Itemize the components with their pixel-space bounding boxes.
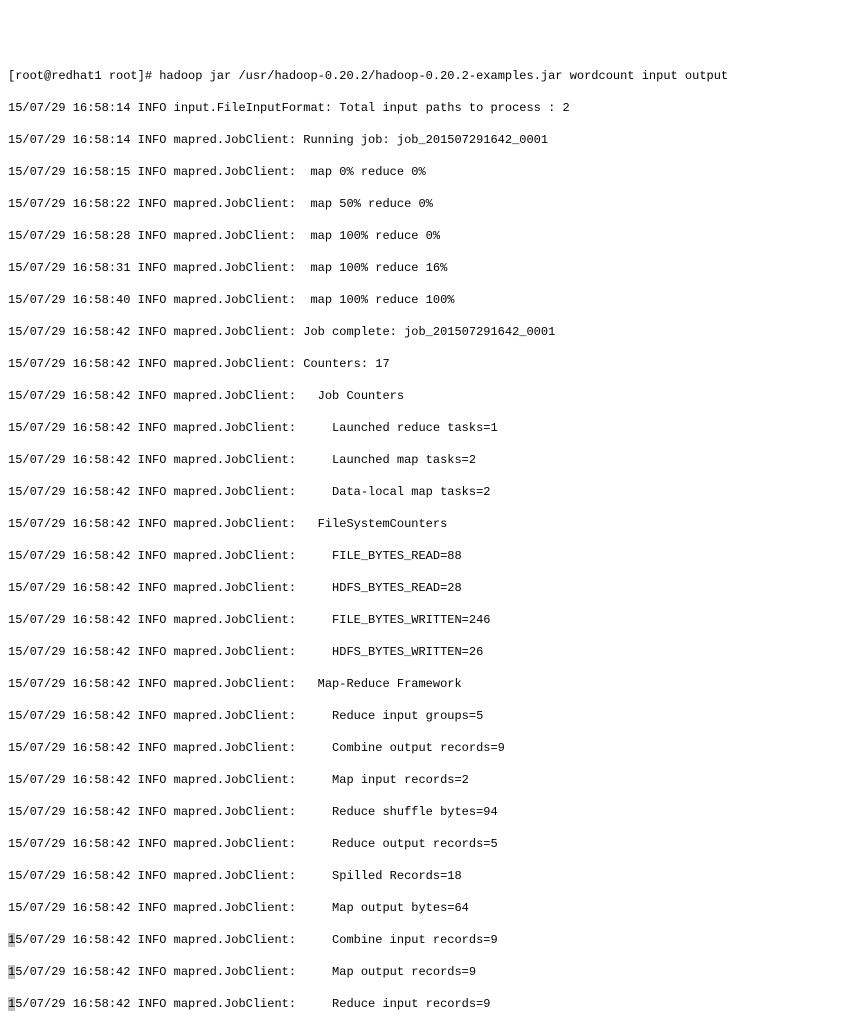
terminal-line: 15/07/29 16:58:42 INFO mapred.JobClient:… [8, 356, 845, 372]
terminal-line: 15/07/29 16:58:42 INFO mapred.JobClient:… [8, 964, 845, 980]
terminal-line: 15/07/29 16:58:42 INFO mapred.JobClient:… [8, 932, 845, 948]
terminal-line: 15/07/29 16:58:42 INFO mapred.JobClient:… [8, 996, 845, 1012]
terminal-line: 15/07/29 16:58:42 INFO mapred.JobClient:… [8, 804, 845, 820]
terminal-line: 15/07/29 16:58:42 INFO mapred.JobClient:… [8, 772, 845, 788]
terminal-line: 15/07/29 16:58:15 INFO mapred.JobClient:… [8, 164, 845, 180]
terminal-line: 15/07/29 16:58:28 INFO mapred.JobClient:… [8, 228, 845, 244]
terminal-line: 15/07/29 16:58:42 INFO mapred.JobClient:… [8, 644, 845, 660]
terminal-line: 15/07/29 16:58:42 INFO mapred.JobClient:… [8, 708, 845, 724]
terminal-line: 15/07/29 16:58:22 INFO mapred.JobClient:… [8, 196, 845, 212]
command-text: hadoop jar /usr/hadoop-0.20.2/hadoop-0.2… [159, 69, 728, 83]
terminal-line: 15/07/29 16:58:42 INFO mapred.JobClient:… [8, 580, 845, 596]
terminal-text: 5/07/29 16:58:42 INFO mapred.JobClient: … [15, 933, 497, 947]
terminal-line: 15/07/29 16:58:42 INFO mapred.JobClient:… [8, 868, 845, 884]
terminal-line: 15/07/29 16:58:42 INFO mapred.JobClient:… [8, 324, 845, 340]
terminal-line: 15/07/29 16:58:42 INFO mapred.JobClient:… [8, 548, 845, 564]
selection-highlight: 1 [8, 933, 15, 947]
terminal-line: 15/07/29 16:58:14 INFO mapred.JobClient:… [8, 132, 845, 148]
terminal-line: 15/07/29 16:58:42 INFO mapred.JobClient:… [8, 740, 845, 756]
selection-highlight: 1 [8, 965, 15, 979]
terminal-line: 15/07/29 16:58:42 INFO mapred.JobClient:… [8, 388, 845, 404]
terminal-text: 5/07/29 16:58:42 INFO mapred.JobClient: … [15, 997, 490, 1011]
terminal-line: 15/07/29 16:58:42 INFO mapred.JobClient:… [8, 900, 845, 916]
terminal-line: 15/07/29 16:58:42 INFO mapred.JobClient:… [8, 516, 845, 532]
terminal-line: 15/07/29 16:58:42 INFO mapred.JobClient:… [8, 420, 845, 436]
terminal-line: 15/07/29 16:58:40 INFO mapred.JobClient:… [8, 292, 845, 308]
selection-highlight: 1 [8, 997, 15, 1011]
terminal-line: [root@redhat1 root]# hadoop jar /usr/had… [8, 68, 845, 84]
terminal-line: 15/07/29 16:58:42 INFO mapred.JobClient:… [8, 612, 845, 628]
terminal-line: 15/07/29 16:58:42 INFO mapred.JobClient:… [8, 484, 845, 500]
terminal-line: 15/07/29 16:58:31 INFO mapred.JobClient:… [8, 260, 845, 276]
terminal-line: 15/07/29 16:58:14 INFO input.FileInputFo… [8, 100, 845, 116]
terminal-line: 15/07/29 16:58:42 INFO mapred.JobClient:… [8, 452, 845, 468]
terminal-text: 5/07/29 16:58:42 INFO mapred.JobClient: … [15, 965, 476, 979]
terminal-line: 15/07/29 16:58:42 INFO mapred.JobClient:… [8, 836, 845, 852]
terminal-line: 15/07/29 16:58:42 INFO mapred.JobClient:… [8, 676, 845, 692]
shell-prompt: [root@redhat1 root]# [8, 69, 159, 83]
